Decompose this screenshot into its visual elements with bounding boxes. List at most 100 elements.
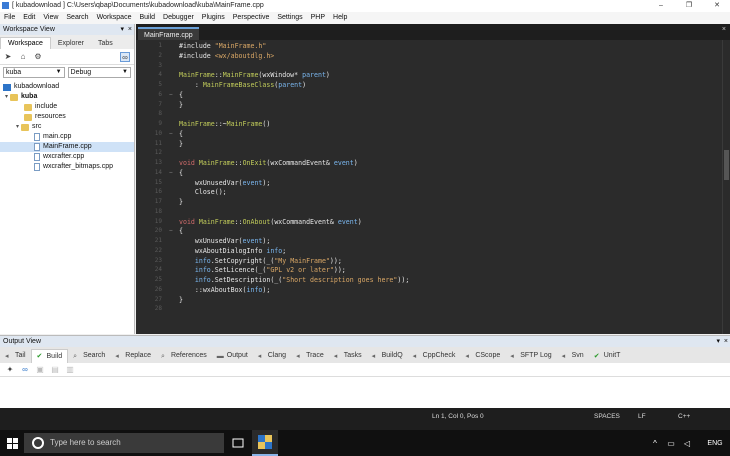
tab-explorer[interactable]: Explorer — [51, 38, 91, 49]
tab-cppcheck[interactable]: ◂ CppCheck — [408, 349, 461, 363]
menu-help[interactable]: Help — [329, 12, 351, 24]
code-area[interactable]: #include "MainFrame.h" #include <wx/abou… — [179, 42, 409, 315]
tab-tasks[interactable]: ◂ Tasks — [329, 349, 367, 363]
workspace-toolbar: ➤ ⌂ ⚙ ∞ — [0, 49, 134, 65]
code-line: wxUnusedVar(event); — [179, 237, 271, 245]
send-icon[interactable]: ➤ — [3, 52, 13, 62]
trace-icon: ◂ — [296, 352, 300, 360]
panel-menu-icon[interactable]: ▾ — [120, 24, 124, 35]
minimize-button[interactable]: – — [654, 1, 668, 11]
copy-icon[interactable]: ▤ — [50, 365, 60, 375]
link-editor-icon[interactable]: ∞ — [120, 51, 130, 62]
tree-folder-resources[interactable]: resources — [0, 112, 134, 122]
tree-file-selected[interactable]: MainFrame.cpp — [0, 142, 134, 152]
editor-tab-mainframe[interactable]: MainFrame.cpp — [138, 27, 199, 40]
tab-references[interactable]: ⌕ References — [156, 349, 212, 363]
gear-icon[interactable]: ⚙ — [33, 52, 43, 62]
taskbar-search[interactable]: Type here to search — [24, 433, 224, 453]
panel-menu-icon[interactable]: ▾ — [716, 336, 720, 347]
project-select[interactable]: kuba ▼ — [3, 67, 65, 78]
fold-marker-icon[interactable]: − — [169, 130, 175, 137]
code-line: void MainFrame::OnExit(wxCommandEvent& e… — [179, 159, 358, 167]
panel-close-icon[interactable]: × — [128, 24, 132, 35]
home-icon[interactable]: ⌂ — [18, 52, 28, 62]
pin-icon[interactable]: ✦ — [5, 365, 15, 375]
output-toolbar: ✦ ∞ ▣ ▤ ▥ — [0, 363, 730, 377]
tab-sftp-log[interactable]: ◂ SFTP Log — [505, 349, 556, 363]
fold-marker-icon[interactable]: − — [169, 227, 175, 234]
line-number: 18 — [154, 207, 162, 215]
menu-edit[interactable]: Edit — [19, 12, 39, 24]
tab-buildq[interactable]: ◂ BuildQ — [367, 349, 408, 363]
menu-php[interactable]: PHP — [307, 12, 329, 24]
input-language[interactable]: ENG — [700, 430, 730, 456]
link-icon[interactable]: ∞ — [20, 365, 30, 375]
tab-workspace[interactable]: Workspace — [0, 37, 51, 49]
task-view-icon[interactable] — [228, 430, 248, 456]
tree-file[interactable]: wxcrafter_bitmaps.cpp — [0, 162, 134, 172]
menu-workspace[interactable]: Workspace — [93, 12, 136, 24]
indent-mode[interactable]: SPACES — [594, 413, 620, 420]
panel-close-icon[interactable]: × — [724, 336, 728, 347]
workspace-view: Workspace View ▾ × Workspace Explorer Ta… — [0, 24, 135, 334]
editor-scrollbar[interactable] — [722, 40, 730, 334]
output-body — [0, 377, 730, 408]
volume-icon[interactable]: ◁ — [680, 430, 694, 456]
scrollbar-thumb[interactable] — [724, 150, 729, 180]
menu-view[interactable]: View — [39, 12, 62, 24]
tree-workspace[interactable]: kubadownload — [0, 82, 134, 92]
folder-icon — [10, 93, 18, 101]
menu-plugins[interactable]: Plugins — [198, 12, 229, 24]
tree-folder-include[interactable]: include — [0, 102, 134, 112]
menu-search[interactable]: Search — [62, 12, 92, 24]
tab-cscope[interactable]: ◂ CScope — [460, 349, 505, 363]
tab-clang[interactable]: ◂ Clang — [253, 349, 291, 363]
tab-output[interactable]: ▬ Output — [212, 349, 253, 363]
menu-perspective[interactable]: Perspective — [229, 12, 274, 24]
tray-chevron-icon[interactable]: ^ — [648, 430, 662, 456]
tab-trace[interactable]: ◂ Trace — [291, 349, 329, 363]
config-select[interactable]: Debug ▼ — [67, 67, 131, 78]
tab-svn[interactable]: ◂ Svn — [557, 349, 589, 363]
tab-search[interactable]: ⌕ Search — [68, 349, 110, 363]
code-line: wxAboutDialogInfo info; — [179, 246, 287, 255]
fold-marker-icon[interactable]: − — [169, 169, 175, 176]
maximize-button[interactable]: ❐ — [682, 1, 696, 11]
tab-build[interactable]: ✔ Build — [30, 349, 69, 363]
code-line: } — [179, 100, 183, 109]
tab-tail[interactable]: ◂ Tail — [0, 349, 31, 363]
tab-unittest[interactable]: ✔ UnitT — [589, 349, 626, 363]
menu-build[interactable]: Build — [135, 12, 159, 24]
tree-file[interactable]: main.cpp — [0, 132, 134, 142]
network-icon[interactable]: ▭ — [664, 430, 678, 456]
codelite-taskbar-icon[interactable] — [252, 430, 278, 456]
close-button[interactable]: ✕ — [710, 1, 724, 11]
eol-mode[interactable]: LF — [638, 413, 646, 420]
tab-tabs[interactable]: Tabs — [91, 38, 120, 49]
line-number: 24 — [154, 266, 162, 274]
app-icon — [2, 2, 9, 9]
tree-project[interactable]: ▾ kuba — [0, 92, 134, 102]
paste-icon[interactable]: ▥ — [65, 365, 75, 375]
tab-replace[interactable]: ◂ Replace — [110, 349, 156, 363]
tree-folder-src[interactable]: ▾ src — [0, 122, 134, 132]
line-number: 14 — [154, 168, 162, 176]
line-number: 4 — [158, 71, 162, 79]
code-line: } — [179, 139, 183, 148]
clear-icon[interactable]: ▣ — [35, 365, 45, 375]
cursor-position: Ln 1, Col 0, Pos 0 — [432, 413, 484, 420]
tree-file[interactable]: wxcrafter.cpp — [0, 152, 134, 162]
fold-marker-icon[interactable]: − — [169, 91, 175, 98]
menu-debugger[interactable]: Debugger — [159, 12, 198, 24]
output-view: Output View ▾ × ◂ Tail ✔ Build ⌕ Search ◂ Re… — [0, 335, 730, 408]
code-line: Close(); — [179, 188, 227, 197]
line-number: 11 — [154, 139, 162, 147]
language-mode[interactable]: C++ — [678, 413, 690, 420]
menu-settings[interactable]: Settings — [273, 12, 306, 24]
code-line: } — [179, 198, 183, 206]
windows-start-icon[interactable] — [0, 430, 24, 456]
menu-file[interactable]: File — [0, 12, 19, 24]
tab-close-icon[interactable]: × — [722, 26, 726, 33]
